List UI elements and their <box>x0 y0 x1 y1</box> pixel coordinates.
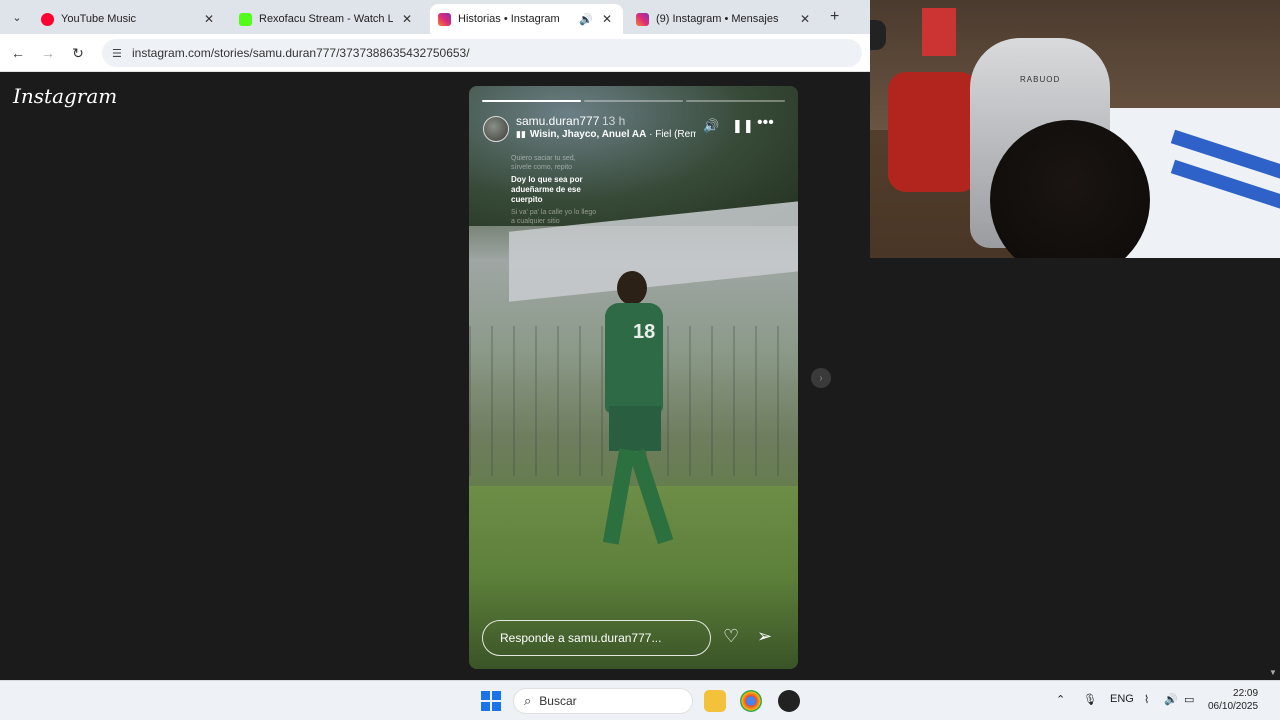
webcam-overlay: RABUOD <box>870 0 1280 258</box>
search-icon: ⌕ <box>524 693 532 708</box>
music-bars-icon: ▮▮ <box>516 129 526 139</box>
story-lyrics: Quiero saciar tu sed, sírvele como, repi… <box>511 154 601 226</box>
new-tab-icon[interactable]: + <box>830 8 839 26</box>
tab-rexofacu-stream[interactable]: Rexofacu Stream - Watch Live o ✕ <box>231 4 423 34</box>
clock[interactable]: 22:09 06/10/2025 <box>1208 687 1258 713</box>
progress-segment <box>584 100 683 102</box>
microphone-icon[interactable]: 🎙 <box>1083 693 1097 706</box>
instagram-icon <box>636 12 649 26</box>
player-leg <box>628 448 674 545</box>
chevron-right-icon[interactable]: › <box>811 368 831 388</box>
tab-audio-icon[interactable]: 🔊 <box>579 13 593 26</box>
lyric-line-current: Doy lo que sea por adueñarme de ese cuer… <box>511 175 583 204</box>
scroll-down-icon[interactable]: ▼ <box>1269 668 1277 677</box>
tab-title: Historias • Instagram <box>458 13 560 25</box>
webcam-poster <box>922 8 956 56</box>
tab-title: (9) Instagram • Mensajes <box>656 13 779 25</box>
lyric-line: Quiero saciar tu sed, <box>511 155 576 162</box>
jersey-number: 18 <box>633 321 656 343</box>
language-indicator[interactable]: ENG <box>1110 693 1134 705</box>
tab-instagram-messages[interactable]: (9) Instagram • Mensajes ✕ <box>628 4 821 34</box>
tab-youtube-music[interactable]: YouTube Music ✕ <box>33 4 225 34</box>
tab-instagram-stories[interactable]: Historias • Instagram 🔊 ✕ <box>430 4 623 34</box>
webcam-dartboard <box>870 20 886 50</box>
song-title: · Fiel (Remi <box>646 129 696 140</box>
page-background-right <box>870 258 1280 680</box>
story-progress-bar <box>482 100 785 102</box>
reload-icon[interactable]: ↻ <box>69 44 87 62</box>
close-tab-icon[interactable]: ✕ <box>201 12 217 26</box>
lyric-line: Si va' pa' la calle yo lo llego a cualqu… <box>511 209 597 225</box>
player-shirt <box>605 303 663 413</box>
windows-start-icon[interactable] <box>481 691 501 711</box>
story-username[interactable]: samu.duran777 <box>516 114 599 128</box>
player-head <box>617 271 647 305</box>
story-header: samu.duran777 13 h ▮▮ Wisin, Jhayco, Anue… <box>483 112 788 152</box>
pause-icon[interactable]: ❚❚ <box>732 118 754 134</box>
lyric-line: sírvele como, repito <box>511 164 573 171</box>
app-icon[interactable] <box>778 690 800 712</box>
progress-segment <box>686 100 785 102</box>
progress-segment <box>482 100 581 102</box>
file-explorer-icon[interactable] <box>704 690 726 712</box>
clock-date: 06/10/2025 <box>1208 701 1259 712</box>
close-tab-icon[interactable]: ✕ <box>399 12 415 26</box>
screen: ⌄ YouTube Music ✕ Rexofacu Stream - Watc… <box>0 0 1280 720</box>
forward-arrow-icon[interactable]: → <box>39 44 57 62</box>
chrome-icon[interactable] <box>740 690 762 712</box>
scrollbar[interactable] <box>1267 258 1280 680</box>
youtube-music-icon <box>41 12 54 26</box>
kick-icon <box>239 12 252 26</box>
reply-placeholder: Responde a samu.duran777... <box>500 631 662 645</box>
taskbar-search[interactable]: ⌕ Buscar <box>513 688 693 714</box>
instagram-logo[interactable]: Instagram <box>13 84 117 108</box>
player-shorts <box>609 406 661 451</box>
instagram-icon <box>438 12 451 26</box>
tab-title: YouTube Music <box>61 13 137 25</box>
close-tab-icon[interactable]: ✕ <box>599 12 615 26</box>
more-icon[interactable]: ••• <box>757 114 774 132</box>
browser-toolbar: ← → ↻ ☰ instagram.com/stories/samu.duran… <box>0 34 870 72</box>
story-reply-input[interactable]: Responde a samu.duran777... <box>482 620 711 656</box>
volume-icon[interactable]: 🔊 <box>703 118 719 134</box>
search-label: Buscar <box>539 694 577 708</box>
player-leg <box>602 448 636 545</box>
avatar[interactable] <box>483 116 509 142</box>
address-bar[interactable]: ☰ instagram.com/stories/samu.duran777/37… <box>102 39 862 67</box>
story-viewer[interactable]: 18 samu.duran777 13 h ▮▮ Wisin, Jhayco, A… <box>469 86 798 669</box>
story-timestamp: 13 h <box>602 114 626 128</box>
webcam-red-chair <box>888 72 978 192</box>
wifi-icon[interactable]: ⌇ <box>1144 693 1149 706</box>
windows-taskbar: ⌕ Buscar ⌃ 🎙 ENG ⌇ 🔊 ▭ 22:09 06/10/2025 <box>0 680 1280 720</box>
battery-icon[interactable]: ▭ <box>1184 693 1194 706</box>
speaker-icon[interactable]: 🔊 <box>1164 693 1178 706</box>
heart-icon[interactable]: ♡ <box>723 626 739 647</box>
browser-tab-strip: ⌄ YouTube Music ✕ Rexofacu Stream - Watc… <box>0 0 870 34</box>
tab-search-chevron-icon[interactable]: ⌄ <box>8 8 26 26</box>
send-icon[interactable]: ➢ <box>757 626 772 647</box>
song-artists: Wisin, Jhayco, Anuel AA <box>529 129 647 140</box>
tray-chevron-up-icon[interactable]: ⌃ <box>1056 693 1065 706</box>
tab-title: Rexofacu Stream - Watch Live o <box>259 13 393 25</box>
close-tab-icon[interactable]: ✕ <box>797 12 813 26</box>
back-arrow-icon[interactable]: ← <box>9 44 27 62</box>
story-photo-player: 18 <box>587 271 683 561</box>
site-info-icon[interactable]: ☰ <box>112 47 126 60</box>
clock-time: 22:09 <box>1233 688 1259 699</box>
url-text: instagram.com/stories/samu.duran777/3737… <box>132 46 470 60</box>
chair-brand-label: RABUOD <box>1020 75 1061 84</box>
instagram-page: Instagram 18 samu.duran777 13 h ▮▮ Wisin… <box>0 72 870 680</box>
story-song[interactable]: ▮▮ Wisin, Jhayco, Anuel AA · Fiel (Remi <box>516 129 696 140</box>
